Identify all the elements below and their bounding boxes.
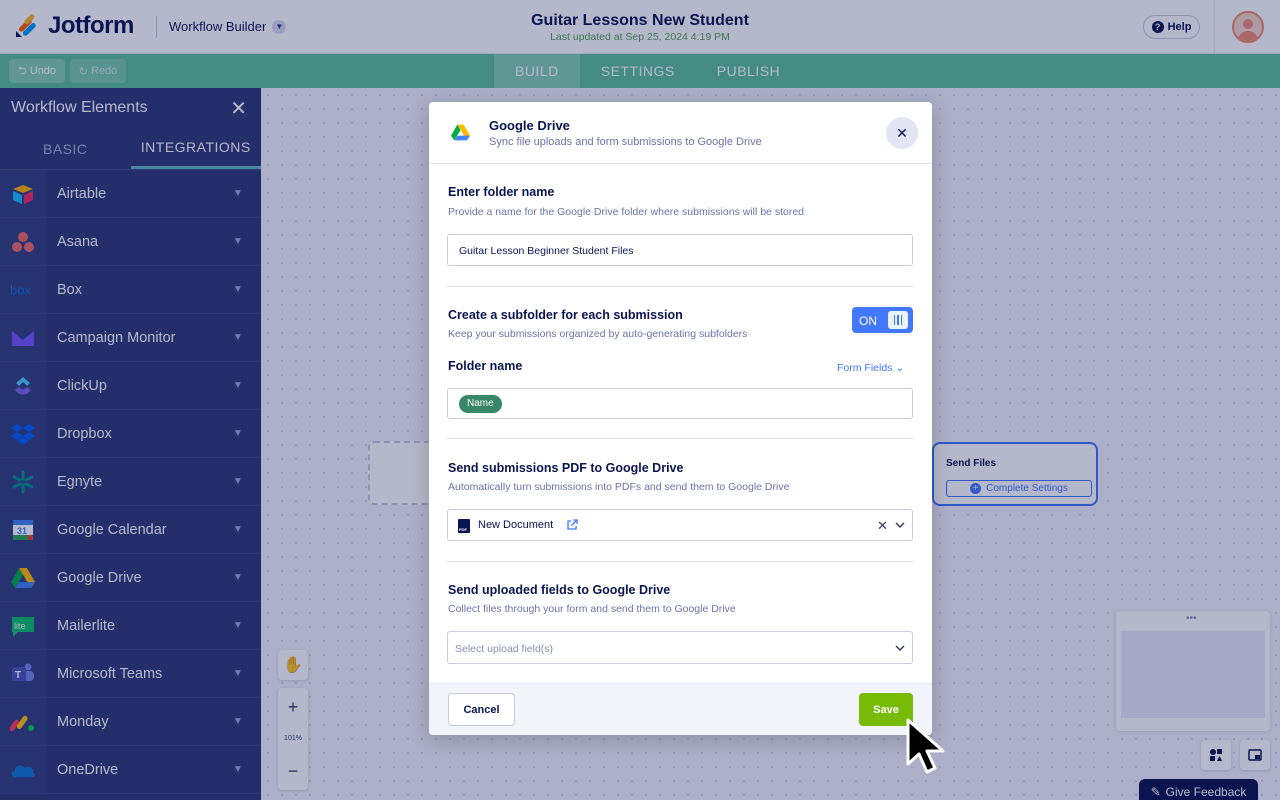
- pdf-badge: PDF: [459, 527, 467, 532]
- subfolder-description: Keep your submissions organized by auto-…: [448, 328, 748, 340]
- modal-close-button[interactable]: ✕: [886, 117, 918, 149]
- section-divider: [447, 438, 913, 439]
- pdf-description: Automatically turn submissions into PDFs…: [448, 481, 790, 493]
- folder-name-value: Guitar Lesson Beginner Student Files: [459, 245, 634, 257]
- chevron-down-icon: ⌄: [895, 362, 905, 374]
- modal-title: Google Drive: [489, 118, 570, 133]
- upload-fields-placeholder: Select upload field(s): [455, 643, 554, 655]
- subfolder-name-input[interactable]: Name: [447, 388, 913, 419]
- folder-name-input[interactable]: Guitar Lesson Beginner Student Files: [447, 234, 913, 266]
- upload-description: Collect files through your form and send…: [448, 603, 736, 615]
- external-link-icon[interactable]: [566, 519, 578, 531]
- folder-name-heading: Enter folder name: [448, 185, 555, 199]
- toggle-knob: [888, 311, 908, 329]
- chevron-down-icon: [895, 522, 905, 529]
- close-icon: ✕: [896, 124, 908, 141]
- form-fields-dropdown[interactable]: Form Fields ⌄: [837, 362, 904, 374]
- selected-document: New Document: [478, 519, 554, 531]
- pdf-file-icon: PDF: [458, 519, 470, 533]
- subfolder-heading: Create a subfolder for each submission: [448, 308, 683, 322]
- mouse-cursor-icon: [906, 718, 945, 774]
- folder-name-label: Folder name: [448, 359, 523, 373]
- google-drive-settings-modal: Google Drive Sync file uploads and form …: [429, 102, 932, 735]
- upload-fields-select[interactable]: Select upload field(s): [447, 631, 913, 664]
- name-field-chip[interactable]: Name: [459, 395, 502, 413]
- google-drive-icon: [451, 124, 470, 141]
- modal-header: Google Drive Sync file uploads and form …: [429, 102, 932, 164]
- toggle-state-label: ON: [859, 314, 877, 328]
- section-divider: [447, 561, 913, 562]
- cancel-button[interactable]: Cancel: [448, 693, 515, 726]
- modal-footer: Cancel Save: [429, 683, 932, 735]
- clear-selection-icon[interactable]: ✕: [877, 518, 888, 534]
- folder-name-description: Provide a name for the Google Drive fold…: [448, 206, 805, 218]
- upload-heading: Send uploaded fields to Google Drive: [448, 583, 671, 597]
- pdf-heading: Send submissions PDF to Google Drive: [448, 461, 684, 475]
- section-divider: [447, 286, 913, 287]
- form-fields-label: Form Fields: [837, 362, 893, 374]
- modal-subtitle: Sync file uploads and form submissions t…: [489, 136, 762, 148]
- chevron-down-icon: [895, 645, 905, 652]
- subfolder-toggle[interactable]: ON: [852, 307, 913, 333]
- pdf-document-select[interactable]: PDF New Document ✕: [447, 509, 913, 541]
